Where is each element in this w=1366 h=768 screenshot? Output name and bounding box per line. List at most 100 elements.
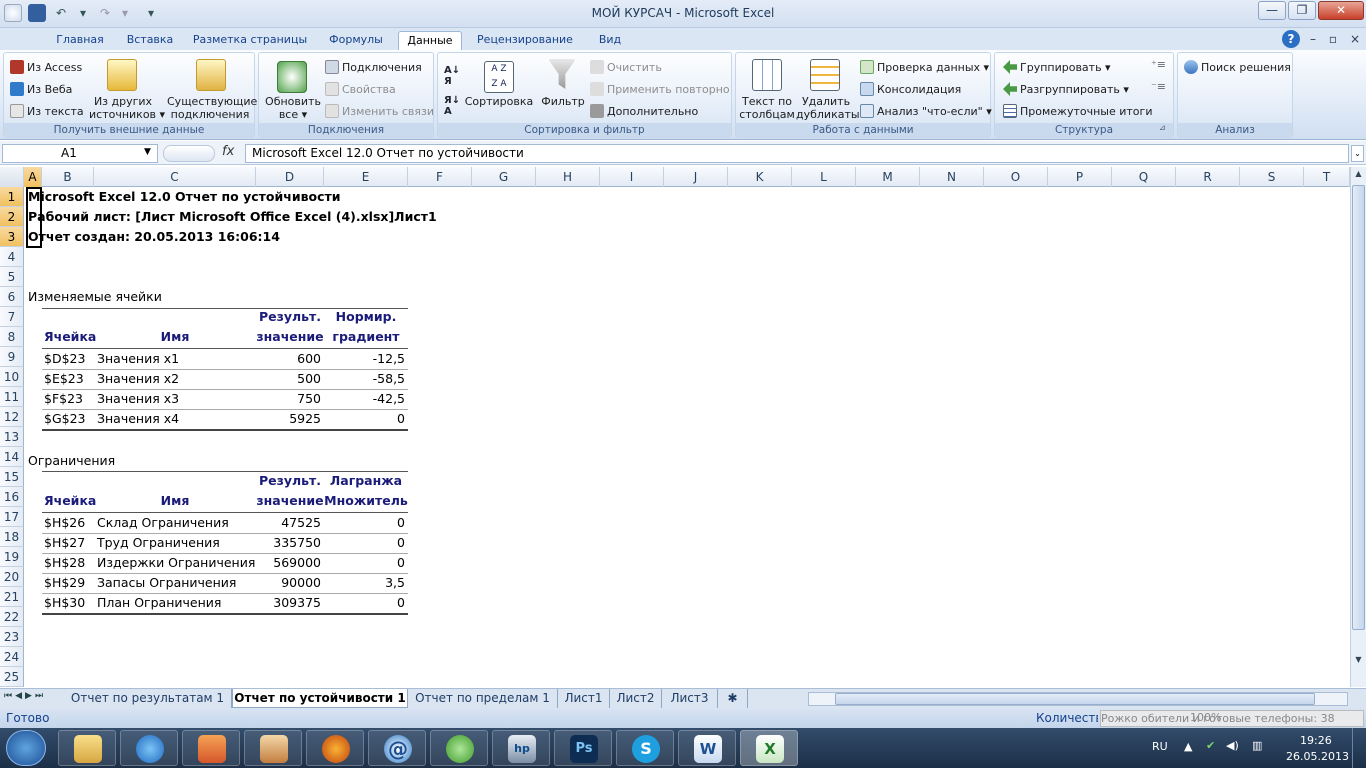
taskbar-excel[interactable]: X <box>740 730 798 766</box>
taskbar-firefox[interactable] <box>306 730 364 766</box>
from-web-button[interactable]: Из Веба <box>10 82 72 96</box>
row-header[interactable]: 1 <box>0 187 24 207</box>
row-header[interactable]: 23 <box>0 627 24 647</box>
start-button[interactable] <box>6 730 46 766</box>
sort-za-button[interactable]: Я↓ A <box>444 95 460 117</box>
edit-links-button[interactable]: Изменить связи <box>325 104 434 118</box>
clock-date[interactable]: 26.05.2013 <box>1286 750 1349 763</box>
tab-formulas[interactable]: Формулы <box>318 31 394 50</box>
row-header[interactable]: 15 <box>0 467 24 487</box>
select-all-corner[interactable] <box>0 167 24 187</box>
tab-data[interactable]: Данные <box>398 31 462 50</box>
refresh-all-button[interactable]: Обновить все ▾ <box>261 95 325 121</box>
from-text-button[interactable]: Из текста <box>10 104 84 118</box>
column-header-p[interactable]: P <box>1048 167 1112 187</box>
taskbar-photoshop[interactable]: Ps <box>554 730 612 766</box>
row-header[interactable]: 17 <box>0 507 24 527</box>
row-header[interactable]: 6 <box>0 287 24 307</box>
row-header[interactable]: 5 <box>0 267 24 287</box>
row-header[interactable]: 13 <box>0 427 24 447</box>
tab-review[interactable]: Рецензирование <box>470 31 580 50</box>
insert-sheet-icon[interactable]: ✱ <box>718 689 748 708</box>
other-sources-button[interactable]: Из других источников ▾ <box>89 95 165 121</box>
horizontal-scrollbar[interactable] <box>808 692 1348 706</box>
language-indicator[interactable]: RU <box>1152 740 1168 753</box>
maximize-button[interactable]: ❐ <box>1288 1 1316 20</box>
tray-check-icon[interactable]: ✔ <box>1206 739 1215 752</box>
zoom-level[interactable]: 100% <box>1190 711 1221 724</box>
row-header[interactable]: 10 <box>0 367 24 387</box>
tab-insert[interactable]: Вставка <box>118 31 182 50</box>
sheet-nav-icon[interactable]: ⏮◀▶⏭ <box>4 691 46 701</box>
taskbar-media[interactable] <box>182 730 240 766</box>
sheet-tab-answer-report[interactable]: Отчет по результатам 1 <box>64 689 232 708</box>
what-if-button[interactable]: Анализ "что-если" ▾ <box>860 104 992 118</box>
show-desktop-button[interactable] <box>1352 728 1366 768</box>
ribbon-minimize-icon[interactable]: – <box>1304 30 1322 48</box>
scroll-thumb[interactable] <box>835 693 1315 705</box>
row-header[interactable]: 4 <box>0 247 24 267</box>
taskbar-mail[interactable]: @ <box>368 730 426 766</box>
taskbar-hp[interactable]: hp <box>492 730 550 766</box>
taskbar-icq[interactable] <box>430 730 488 766</box>
row-header[interactable]: 24 <box>0 647 24 667</box>
text-to-columns-button[interactable]: Текст по столбцам <box>736 95 798 121</box>
properties-button[interactable]: Свойства <box>325 82 396 96</box>
sort-az-button[interactable]: A↓ Я <box>444 65 460 87</box>
subtotal-button[interactable]: Промежуточные итоги <box>1003 104 1152 118</box>
column-header-f[interactable]: F <box>408 167 472 187</box>
row-header[interactable]: 18 <box>0 527 24 547</box>
tab-view[interactable]: Вид <box>588 31 632 50</box>
taskbar-explorer[interactable] <box>58 730 116 766</box>
row-header[interactable]: 11 <box>0 387 24 407</box>
sheet-tab-list2[interactable]: Лист2 <box>610 689 662 708</box>
column-header-i[interactable]: I <box>600 167 664 187</box>
data-validation-button[interactable]: Проверка данных ▾ <box>860 60 989 74</box>
outline-dialog-launcher-icon[interactable]: ⊿ <box>1159 123 1166 132</box>
column-header-g[interactable]: G <box>472 167 536 187</box>
taskbar-paint[interactable] <box>244 730 302 766</box>
row-header[interactable]: 21 <box>0 587 24 607</box>
advanced-filter-button[interactable]: Дополнительно <box>590 104 698 118</box>
show-detail-icon[interactable]: ⁺≡ <box>1151 58 1166 71</box>
sheet-tab-limits-report[interactable]: Отчет по пределам 1 <box>408 689 558 708</box>
row-header[interactable]: 14 <box>0 447 24 467</box>
minimize-button[interactable]: — <box>1258 1 1286 20</box>
clear-button[interactable]: Очистить <box>590 60 662 74</box>
taskbar-skype[interactable]: S <box>616 730 674 766</box>
row-header[interactable]: 22 <box>0 607 24 627</box>
name-box[interactable]: A1 <box>2 144 158 163</box>
hide-detail-icon[interactable]: ⁻≡ <box>1151 80 1166 93</box>
connections-button[interactable]: Подключения <box>325 60 422 74</box>
volume-icon[interactable]: ◀) <box>1226 739 1239 752</box>
column-header-k[interactable]: K <box>728 167 792 187</box>
from-access-button[interactable]: Из Access <box>10 60 82 74</box>
row-header[interactable]: 12 <box>0 407 24 427</box>
tray-expand-icon[interactable]: ▲ <box>1184 740 1192 753</box>
column-header-d[interactable]: D <box>256 167 324 187</box>
ribbon-close-icon[interactable]: × <box>1346 30 1364 48</box>
row-header[interactable]: 20 <box>0 567 24 587</box>
insert-function-icon[interactable]: fx <box>222 144 234 159</box>
column-header-j[interactable]: J <box>664 167 728 187</box>
sheet-tab-list3[interactable]: Лист3 <box>662 689 718 708</box>
tab-home[interactable]: Главная <box>48 31 112 50</box>
column-header-o[interactable]: O <box>984 167 1048 187</box>
column-header-m[interactable]: M <box>856 167 920 187</box>
worksheet-grid[interactable]: Microsoft Excel 12.0 Отчет по устойчивос… <box>24 187 1350 687</box>
remove-duplicates-button[interactable]: Удалить дубликаты <box>796 95 860 121</box>
row-header[interactable]: 25 <box>0 667 24 687</box>
column-header-h[interactable]: H <box>536 167 600 187</box>
column-header-s[interactable]: S <box>1240 167 1304 187</box>
help-icon[interactable]: ? <box>1282 30 1300 48</box>
row-header[interactable]: 7 <box>0 307 24 327</box>
sheet-tab-list1[interactable]: Лист1 <box>558 689 610 708</box>
scroll-up-icon[interactable]: ▲ <box>1352 169 1365 184</box>
row-header[interactable]: 3 <box>0 227 24 247</box>
group-button[interactable]: Группировать ▾ <box>1003 60 1111 74</box>
column-header-c[interactable]: C <box>94 167 256 187</box>
sheet-tab-sensitivity-report[interactable]: Отчет по устойчивости 1 <box>232 689 408 708</box>
reapply-button[interactable]: Применить повторно <box>590 82 730 96</box>
formula-bar-splitter[interactable] <box>163 145 215 162</box>
column-header-r[interactable]: R <box>1176 167 1240 187</box>
